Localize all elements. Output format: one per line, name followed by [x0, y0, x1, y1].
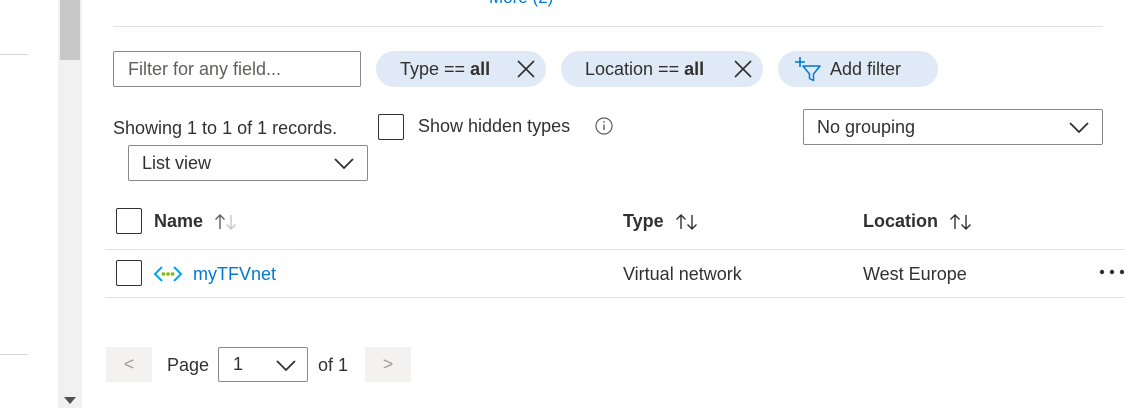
chevron-down-icon	[276, 360, 296, 372]
scrollbar-thumb[interactable]	[60, 0, 80, 60]
show-hidden-types-checkbox[interactable]	[378, 114, 404, 140]
previous-page-button[interactable]: <	[106, 347, 152, 382]
close-icon[interactable]	[733, 59, 753, 79]
add-filter-button[interactable]: Add filter	[778, 51, 938, 87]
vertical-scrollbar[interactable]	[58, 0, 82, 408]
select-all-checkbox[interactable]	[116, 208, 142, 234]
records-count: Showing 1 to 1 of 1 records.	[113, 118, 338, 138]
resource-type: Virtual network	[623, 264, 742, 284]
type-filter-pill[interactable]: Type == all	[376, 51, 546, 87]
filter-add-icon	[795, 57, 821, 82]
view-selected: List view	[142, 152, 212, 173]
next-page-button[interactable]: >	[365, 347, 411, 382]
sort-arrows-icon	[950, 213, 971, 230]
view-dropdown[interactable]: List view	[128, 145, 368, 181]
location-filter-pill[interactable]: Location == all	[561, 51, 763, 87]
table-header-divider	[105, 249, 1125, 250]
table-row-divider	[105, 297, 1125, 298]
more-ellipsis-icon[interactable]	[1098, 266, 1125, 278]
info-icon[interactable]	[595, 117, 613, 135]
chevron-down-icon	[1069, 122, 1089, 134]
show-hidden-types-label: Show hidden types	[418, 116, 571, 136]
page-number-dropdown[interactable]: 1	[218, 347, 308, 382]
scroll-down-arrow-icon[interactable]	[64, 397, 76, 404]
page-total-label: of 1	[318, 355, 349, 375]
close-icon[interactable]	[516, 59, 536, 79]
column-header-name[interactable]: Name	[154, 211, 239, 232]
section-divider	[113, 26, 1103, 27]
filter-input[interactable]	[113, 51, 361, 87]
row-select-checkbox[interactable]	[116, 260, 142, 286]
type-filter-label: Type == all	[400, 58, 491, 79]
more-link[interactable]: More (2)	[489, 0, 553, 8]
virtual-network-icon	[153, 266, 183, 282]
location-filter-label: Location == all	[585, 58, 705, 79]
left-panel-divider	[0, 54, 28, 55]
add-filter-label: Add filter	[830, 58, 902, 79]
sort-arrows-icon	[675, 213, 697, 230]
grouping-dropdown[interactable]: No grouping	[803, 109, 1103, 145]
column-header-location[interactable]: Location	[863, 211, 974, 232]
resource-name-link[interactable]: myTFVnet	[193, 264, 276, 285]
left-panel-divider	[0, 354, 28, 355]
grouping-selected: No grouping	[817, 116, 916, 137]
column-header-type[interactable]: Type	[623, 211, 700, 232]
page-label: Page	[167, 355, 210, 375]
resource-location: West Europe	[863, 264, 967, 284]
page-number-selected: 1	[233, 354, 244, 374]
sort-arrows-icon	[215, 213, 237, 230]
chevron-down-icon	[334, 158, 354, 170]
